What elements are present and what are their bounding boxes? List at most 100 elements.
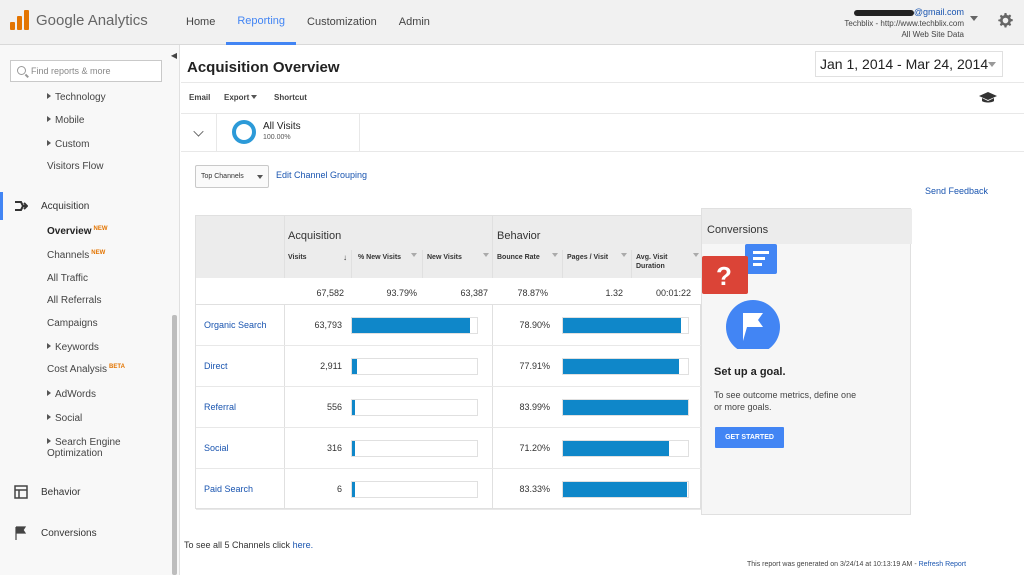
table-row: Social 316 71.20% xyxy=(196,428,702,469)
sidebar-item-technology[interactable]: Technology xyxy=(47,92,106,103)
visits-value: 316 xyxy=(326,443,342,453)
shortcut-button[interactable]: Shortcut xyxy=(274,93,307,102)
sidebar-item-overview[interactable]: Overview NEW xyxy=(47,226,107,237)
account-email: @gmail.com xyxy=(913,7,964,17)
sidebar-item-all-referrals[interactable]: All Referrals xyxy=(47,295,101,306)
col-bounce-rate[interactable]: Bounce Rate xyxy=(497,253,542,262)
visits-bar xyxy=(352,359,357,374)
nav-customization[interactable]: Customization xyxy=(296,0,388,45)
chevron-down-icon xyxy=(257,175,263,179)
collapse-sidebar-icon[interactable]: ◀ xyxy=(168,47,179,65)
email-button[interactable]: Email xyxy=(189,93,210,102)
nav-home[interactable]: Home xyxy=(175,0,226,45)
conversions-panel: Conversions ? Set up a goal. To see outc… xyxy=(701,208,912,515)
date-range-picker[interactable]: Jan 1, 2014 - Mar 24, 2014 xyxy=(815,51,1003,77)
table-row: Organic Search 63,793 78.90% xyxy=(196,305,702,346)
bounce-bar-track xyxy=(562,399,689,416)
see-all-channels: To see all 5 Channels click here. xyxy=(184,540,314,550)
table-header xyxy=(196,216,702,278)
account-caret-icon[interactable] xyxy=(970,16,978,21)
expand-triangle-icon xyxy=(47,438,51,444)
total-new-visits: 63,387 xyxy=(460,288,488,298)
table-row: Paid Search 6 83.33% xyxy=(196,469,702,510)
nav-admin[interactable]: Admin xyxy=(388,0,441,45)
see-all-channels-link[interactable]: here. xyxy=(293,540,314,550)
sidebar-item-mobile[interactable]: Mobile xyxy=(47,115,84,126)
search-input[interactable]: Find reports & more xyxy=(10,60,162,82)
goal-illustration-icon: ? xyxy=(702,244,780,349)
channels-table: Acquisition Behavior Visits % New Visits… xyxy=(195,215,702,510)
bounce-bar-track xyxy=(562,358,689,375)
channel-link[interactable]: Organic Search xyxy=(204,320,267,330)
channel-grouping-dropdown[interactable]: Top Channels xyxy=(195,165,269,188)
bounce-rate-value: 83.99% xyxy=(519,402,550,412)
sidebar-section-behavior[interactable]: Behavior xyxy=(14,485,80,499)
send-feedback-link[interactable]: Send Feedback xyxy=(925,186,988,196)
visits-value: 556 xyxy=(326,402,342,412)
sidebar-item-custom[interactable]: Custom xyxy=(47,139,89,150)
bounce-bar-track xyxy=(562,481,689,498)
sidebar-item-channels[interactable]: Channels NEW xyxy=(47,250,105,261)
total-bounce-rate: 78.87% xyxy=(517,288,548,298)
export-button[interactable]: Export xyxy=(224,93,258,102)
visits-bar xyxy=(352,441,355,456)
visits-value: 2,911 xyxy=(320,361,342,371)
analytics-logo-icon xyxy=(10,10,30,30)
edit-channel-grouping-link[interactable]: Edit Channel Grouping xyxy=(276,170,367,180)
account-selector[interactable]: @gmail.com Techblix - http://www.techbli… xyxy=(844,7,964,40)
col-new-visits[interactable]: New Visits xyxy=(427,253,482,262)
sidebar-item-seo[interactable]: Search Engine Optimization xyxy=(47,437,137,459)
page-title: Acquisition Overview xyxy=(187,59,340,76)
channel-link[interactable]: Direct xyxy=(204,361,228,371)
channel-link[interactable]: Social xyxy=(204,443,229,453)
expand-triangle-icon xyxy=(47,116,51,122)
refresh-report-link[interactable]: Refresh Report xyxy=(919,561,966,568)
bounce-bar-track xyxy=(562,440,689,457)
col-pages-visit[interactable]: Pages / Visit xyxy=(567,253,612,262)
sidebar-section-conversions[interactable]: Conversions xyxy=(14,526,97,540)
nav-reporting[interactable]: Reporting xyxy=(226,0,297,45)
behavior-icon xyxy=(14,485,28,499)
bounce-bar-track xyxy=(562,317,689,334)
top-bar: Google Analytics Home Reporting Customiz… xyxy=(0,0,1024,45)
sidebar-scrollbar[interactable] xyxy=(172,315,177,575)
col-new-visits-pct[interactable]: % New Visits xyxy=(358,253,403,262)
visits-value: 6 xyxy=(336,484,342,494)
sidebar-item-social[interactable]: Social xyxy=(47,413,82,424)
google-analytics-logo[interactable]: Google Analytics xyxy=(10,10,148,30)
sidebar-item-keywords[interactable]: Keywords xyxy=(47,342,99,353)
sidebar-item-campaigns[interactable]: Campaigns xyxy=(47,318,98,329)
bounce-bar xyxy=(563,400,688,415)
report-toolbar: Email Export Shortcut xyxy=(181,82,1024,114)
chevron-down-icon xyxy=(988,62,996,67)
report-generated-note: This report was generated on 3/24/14 at … xyxy=(747,561,967,568)
account-property: Techblix - http://www.techblix.com xyxy=(844,19,964,28)
total-visits: 67,582 xyxy=(316,288,344,298)
bounce-rate-value: 78.90% xyxy=(519,320,550,330)
sidebar-item-all-traffic[interactable]: All Traffic xyxy=(47,273,88,284)
main-nav: Home Reporting Customization Admin xyxy=(175,0,441,45)
main-content: Acquisition Overview Jan 1, 2014 - Mar 2… xyxy=(181,45,1024,575)
sort-icon xyxy=(552,253,558,257)
sort-icon xyxy=(693,253,699,257)
segment-name[interactable]: All Visits xyxy=(263,121,301,132)
col-avg-duration[interactable]: Avg. Visit Duration xyxy=(636,253,691,271)
search-placeholder: Find reports & more xyxy=(31,66,111,76)
channel-link[interactable]: Referral xyxy=(204,402,236,412)
get-started-button[interactable]: GET STARTED xyxy=(715,427,784,448)
visits-bar-track xyxy=(351,358,478,375)
sidebar-section-acquisition[interactable]: Acquisition xyxy=(14,199,89,213)
sidebar-item-cost-analysis[interactable]: Cost Analysis BETA xyxy=(47,364,125,375)
total-new-visits-pct: 93.79% xyxy=(386,288,417,298)
gear-icon[interactable] xyxy=(998,13,1013,28)
sidebar-item-visitors-flow[interactable]: Visitors Flow xyxy=(47,161,104,172)
visits-bar-track xyxy=(351,440,478,457)
col-visits[interactable]: Visits xyxy=(288,253,348,262)
visits-bar-track xyxy=(351,317,478,334)
channel-link[interactable]: Paid Search xyxy=(204,484,253,494)
sidebar-item-adwords[interactable]: AdWords xyxy=(47,389,96,400)
chevron-down-icon[interactable] xyxy=(193,126,204,137)
total-avg-duration: 00:01:22 xyxy=(655,288,691,298)
sidebar: ◀ Find reports & more Technology Mobile … xyxy=(0,45,180,575)
academy-cap-icon[interactable] xyxy=(979,92,997,104)
